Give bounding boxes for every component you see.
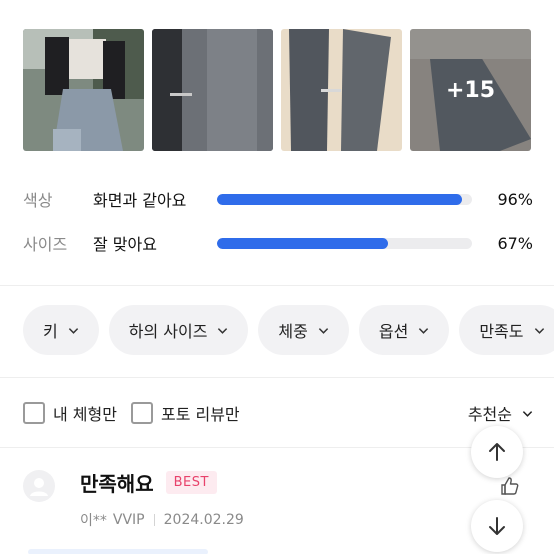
photo-image [152,29,273,151]
thumbs-up-icon[interactable] [500,476,520,496]
filter-chip-option[interactable]: 옵션 [358,305,450,355]
filter-chip-weight[interactable]: 체중 [258,305,349,355]
arrow-up-icon [489,443,505,461]
review-content-preview [28,549,208,554]
stat-value: 잘 맞아요 [93,235,157,254]
filter-chip-label: 키 [43,322,58,341]
review-photo-3[interactable] [281,29,402,151]
review-title: 만족해요 [80,472,154,496]
filter-chip-label: 하의 사이즈 [128,322,208,341]
photo-image [23,29,144,151]
best-badge: BEST [165,471,217,494]
stat-row-size: 사이즈 잘 맞아요 67% [23,231,533,255]
filter-chip-row: 키 하의 사이즈 체중 옵션 만족도 [23,305,554,355]
review-photo-2[interactable] [152,29,273,151]
checkbox-label: 포토 리뷰만 [160,405,240,424]
filter-chip-label: 옵션 [378,322,409,341]
filter-chip-bottom-size[interactable]: 하의 사이즈 [108,305,249,355]
stat-bar-fill [217,193,462,205]
filter-chip-satisfaction[interactable]: 만족도 [459,305,554,355]
stat-percent: 67% [497,233,533,253]
filter-chip-height[interactable]: 키 [23,305,99,355]
section-divider [0,285,554,286]
stat-label: 색상 [23,191,53,210]
scroll-up-button[interactable] [471,426,523,478]
checkbox-box[interactable] [23,402,45,424]
checkbox-label: 내 체형만 [53,405,117,424]
review-photo-4[interactable]: +15 [410,29,531,151]
stat-bar [217,193,472,205]
photo-image [281,29,402,151]
chevron-down-icon [534,327,544,334]
sort-label: 추천순 [467,405,512,424]
stat-bar-fill [217,237,388,249]
chevron-down-icon [318,327,329,334]
avatar [23,470,55,502]
chevron-down-icon [68,327,78,334]
reviewer-name: 이** [80,513,107,529]
review-photo-strip: +15 [23,29,531,151]
review-header: 만족해요 BEST [80,468,217,497]
chevron-down-icon [419,327,429,334]
stat-bar [217,237,472,249]
stat-label: 사이즈 [23,235,68,254]
stat-percent: 96% [497,189,533,209]
review-meta: 이** VVIP 2024.02.29 [80,510,244,530]
stat-value: 화면과 같아요 [93,191,187,210]
my-body-checkbox[interactable]: 내 체형만 [23,401,117,425]
checkbox-box[interactable] [130,402,153,424]
filter-chip-label: 체중 [278,322,308,341]
chevron-down-icon [218,327,228,334]
user-icon [30,478,48,496]
sort-dropdown[interactable]: 추천순 [468,401,533,425]
review-date: 2024.02.29 [163,512,244,528]
scroll-down-button[interactable] [471,500,523,552]
review-options-row: 내 체형만 포토 리뷰만 추천순 [23,400,533,426]
filter-chip-label: 만족도 [479,322,524,341]
arrow-down-icon [489,517,505,535]
section-divider [0,377,554,378]
stat-row-color: 색상 화면과 같아요 96% [23,187,533,211]
more-photos-count: +15 [410,29,531,151]
chevron-down-icon [522,410,533,417]
photo-review-checkbox[interactable]: 포토 리뷰만 [130,401,240,425]
meta-separator [153,514,155,526]
review-photo-1[interactable] [23,29,144,151]
reviewer-grade: VVIP [112,512,145,528]
